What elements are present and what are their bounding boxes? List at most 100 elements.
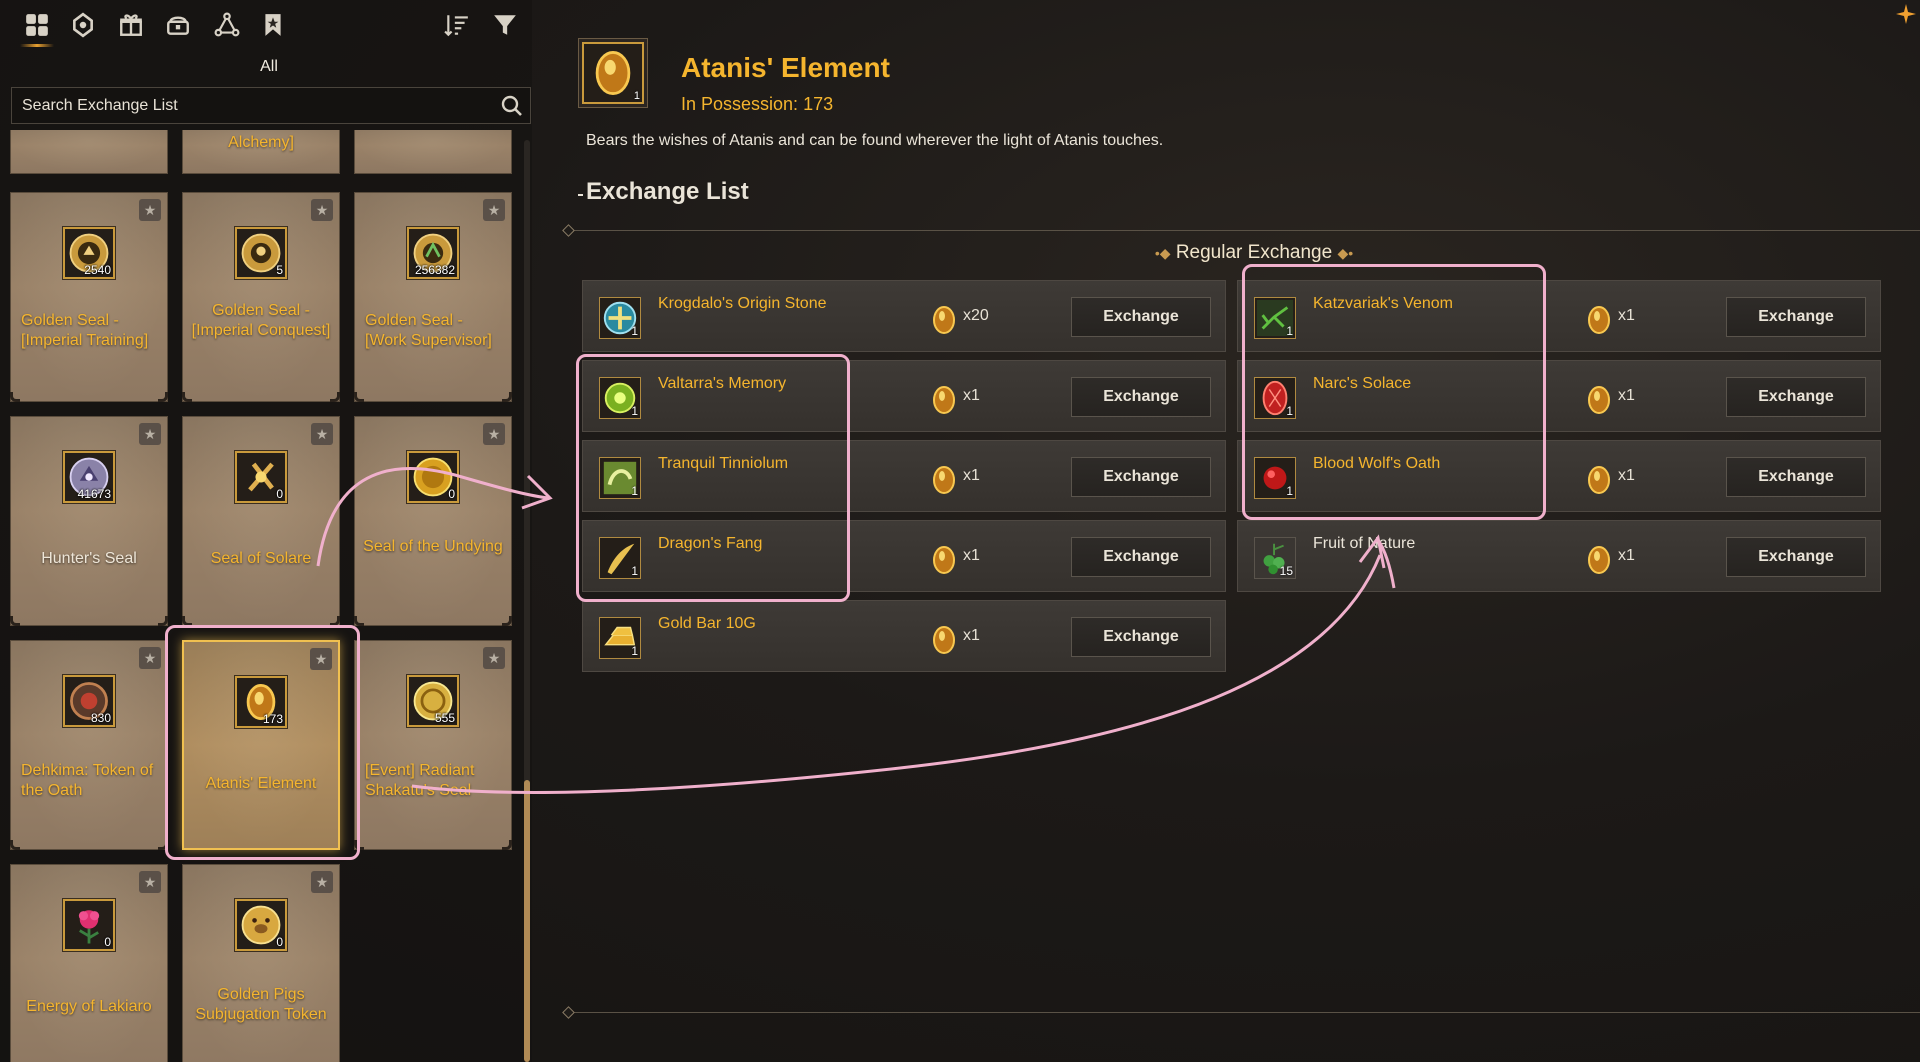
- exchange-button[interactable]: Exchange: [1726, 537, 1866, 577]
- exchange-card[interactable]: ★ 41673 Hunter's Seal: [10, 416, 168, 626]
- exchange-card[interactable]: ★ 2540 Golden Seal - [Imperial Training]: [10, 192, 168, 402]
- possession-count: In Possession: 173: [681, 94, 833, 115]
- sort-icon[interactable]: [442, 10, 472, 40]
- item-description: Bears the wishes of Atanis and can be fo…: [586, 132, 1164, 149]
- search-input[interactable]: [12, 88, 530, 123]
- favorite-star-icon[interactable]: ★: [139, 871, 161, 893]
- divider: [562, 224, 1920, 237]
- item-name: Fruit of Nature: [1313, 535, 1416, 552]
- item-qty: 1: [631, 324, 638, 338]
- golden-seal-icon: 256382: [407, 227, 459, 279]
- gift-icon[interactable]: [116, 10, 146, 40]
- hunter-seal-icon: 41673: [63, 451, 115, 503]
- exchange-card[interactable]: [10, 130, 168, 174]
- item-qty: 1: [1286, 324, 1293, 338]
- network-icon[interactable]: [212, 10, 242, 40]
- search-bar: [11, 87, 531, 124]
- card-qty: 555: [434, 711, 455, 725]
- item-name: Blood Wolf's Oath: [1313, 455, 1441, 472]
- item-qty: 1: [631, 484, 638, 498]
- regular-exchange-label: Regular Exchange: [1175, 242, 1333, 263]
- atanis-element-cost-icon: [931, 545, 957, 575]
- exchange-card[interactable]: ★ 256382 Golden Seal - [Work Supervisor]: [354, 192, 512, 402]
- venom-icon: 1: [1254, 297, 1296, 339]
- item-name: Krogdalo's Origin Stone: [658, 295, 827, 312]
- favorite-star-icon[interactable]: ★: [310, 648, 332, 670]
- item-name: Gold Bar 10G: [658, 615, 756, 632]
- item-name: Dragon's Fang: [658, 535, 763, 552]
- favorite-star-icon[interactable]: ★: [311, 199, 333, 221]
- exchange-card[interactable]: [354, 130, 512, 174]
- card-name: Seal of Solare: [210, 550, 312, 567]
- valtarra-memory-icon: 1: [599, 377, 641, 419]
- lakiaro-flower-icon: 0: [63, 899, 115, 951]
- card-name: Alchemy]: [228, 134, 294, 151]
- exchange-button[interactable]: Exchange: [1726, 457, 1866, 497]
- exchange-row: 1 Katzvariak's Venom x1 Exchange: [1237, 280, 1881, 352]
- exchange-card[interactable]: ★ 5 Golden Seal - [Imperial Conquest]: [182, 192, 340, 402]
- undying-seal-icon: 0: [407, 451, 459, 503]
- favorite-star-icon[interactable]: ★: [139, 647, 161, 669]
- favorite-star-icon[interactable]: ★: [139, 199, 161, 221]
- favorite-star-icon[interactable]: ★: [483, 199, 505, 221]
- favorite-star-icon[interactable]: ★: [311, 871, 333, 893]
- exchange-button[interactable]: Exchange: [1071, 377, 1211, 417]
- exchange-card[interactable]: Alchemy]: [182, 130, 340, 174]
- cost-qty: x20: [963, 307, 989, 324]
- exchange-row: 1 Gold Bar 10G x1 Exchange: [582, 600, 1226, 672]
- card-name: Golden Pigs Subjugation Token: [195, 986, 327, 1023]
- card-qty: 830: [90, 711, 111, 725]
- exchange-card[interactable]: ★ 0 Energy of Lakiaro: [10, 864, 168, 1062]
- exchange-card[interactable]: ★ 555 [Event] Radiant Shakatu's Seal: [354, 640, 512, 850]
- active-tab-indicator: [20, 44, 54, 47]
- exchange-card[interactable]: ★ 830 Dehkima: Token of the Oath: [10, 640, 168, 850]
- solare-seal-icon: 0: [235, 451, 287, 503]
- cost-qty: x1: [963, 467, 980, 484]
- narc-solace-icon: 1: [1254, 377, 1296, 419]
- card-name: Hunter's Seal: [41, 550, 137, 567]
- card-qty: 0: [276, 935, 283, 949]
- exchange-button[interactable]: Exchange: [1071, 537, 1211, 577]
- card-qty: 0: [104, 935, 111, 949]
- favorite-star-icon[interactable]: ★: [483, 423, 505, 445]
- card-name: Seal of the Undying: [363, 538, 503, 555]
- favorite-star-icon[interactable]: ★: [139, 423, 161, 445]
- exchange-card[interactable]: ★ 0 Seal of the Undying: [354, 416, 512, 626]
- exchange-row: 1 Krogdalo's Origin Stone x20 Exchange: [582, 280, 1226, 352]
- exchange-card[interactable]: ★ 0 Golden Pigs Subjugation Token: [182, 864, 340, 1062]
- card-name: Energy of Lakiaro: [26, 998, 152, 1015]
- item-name: Katzvariak's Venom: [1313, 295, 1454, 312]
- favorite-star-icon[interactable]: ★: [483, 647, 505, 669]
- exchange-row: 1 Tranquil Tinniolum x1 Exchange: [582, 440, 1226, 512]
- exchange-card-selected[interactable]: ★ 173 Atanis' Element: [182, 640, 340, 850]
- cost-qty: x1: [1618, 467, 1635, 484]
- treasure-icon[interactable]: [163, 10, 193, 40]
- atanis-element-cost-icon: [931, 385, 957, 415]
- possession-value: 173: [803, 94, 834, 114]
- item-qty: 1: [1286, 484, 1293, 498]
- favorite-star-icon[interactable]: ★: [311, 423, 333, 445]
- exchange-button[interactable]: Exchange: [1071, 297, 1211, 337]
- grid-icon[interactable]: [22, 10, 52, 40]
- exchange-card[interactable]: ★ 0 Seal of Solare: [182, 416, 340, 626]
- exchange-button[interactable]: Exchange: [1071, 457, 1211, 497]
- item-name: Tranquil Tinniolum: [658, 455, 789, 472]
- card-name: Dehkima: Token of the Oath: [21, 762, 154, 799]
- cost-qty: x1: [963, 627, 980, 644]
- card-name: Golden Seal - [Work Supervisor]: [365, 312, 492, 349]
- location-icon[interactable]: [68, 10, 98, 40]
- atanis-element-icon: 173: [235, 676, 287, 728]
- bookmark-icon[interactable]: [258, 10, 288, 40]
- search-icon[interactable]: [500, 94, 524, 118]
- exchange-button[interactable]: Exchange: [1071, 617, 1211, 657]
- filter-icon[interactable]: [490, 10, 520, 40]
- exchange-button[interactable]: Exchange: [1726, 297, 1866, 337]
- exchange-button[interactable]: Exchange: [1726, 377, 1866, 417]
- exchange-row: 1 Dragon's Fang x1 Exchange: [582, 520, 1226, 592]
- scrollbar-thumb[interactable]: [524, 780, 530, 1062]
- item-name: Narc's Solace: [1313, 375, 1412, 392]
- category-toolbar: [0, 0, 532, 52]
- atanis-element-cost-icon: [1586, 545, 1612, 575]
- item-qty: 15: [1279, 564, 1293, 578]
- item-name: Valtarra's Memory: [658, 375, 787, 392]
